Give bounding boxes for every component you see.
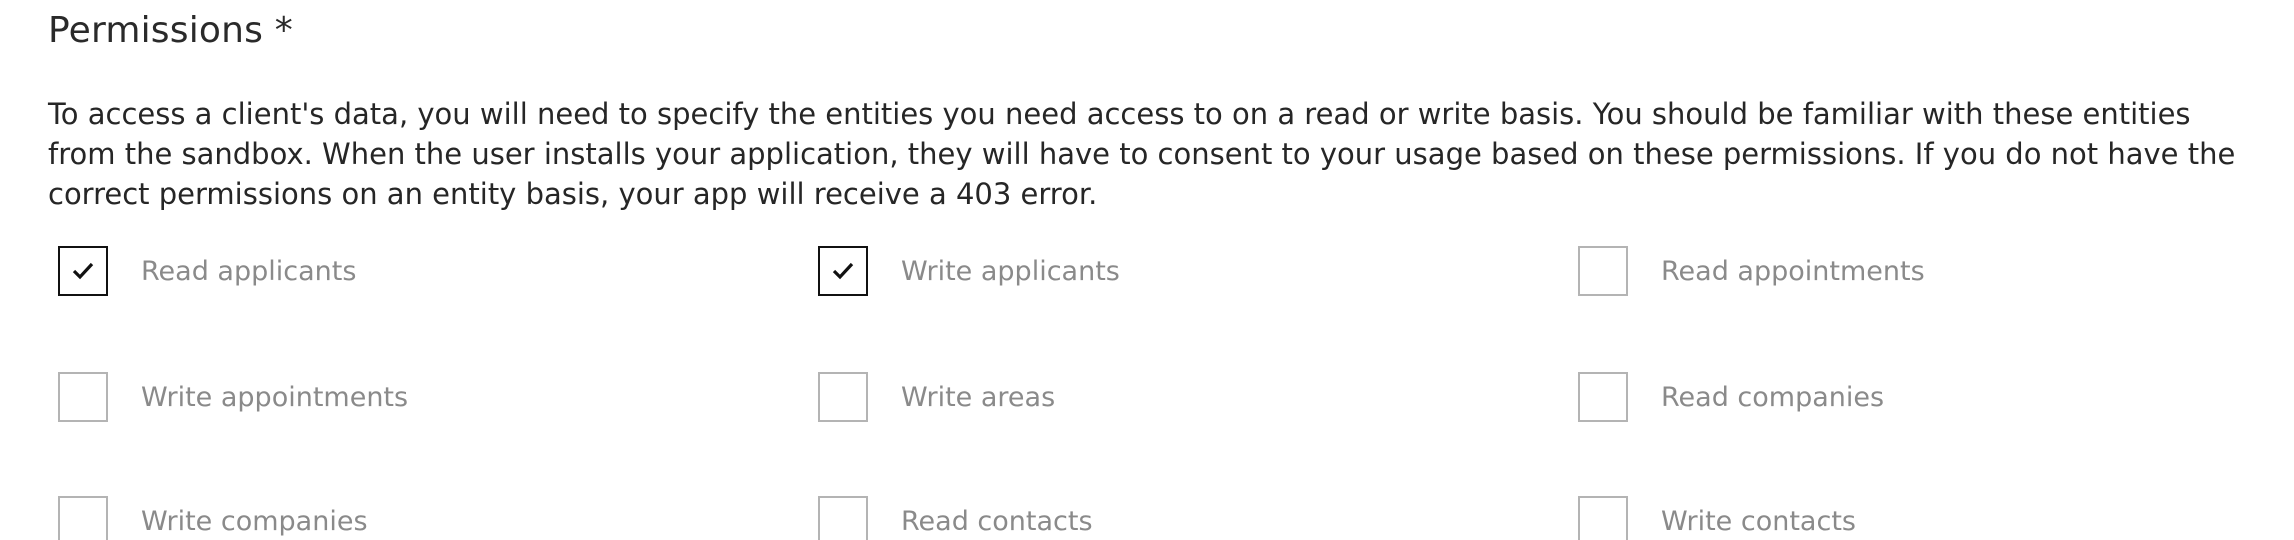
- permission-write-applicants[interactable]: Write applicants: [818, 246, 1120, 296]
- permission-checkbox[interactable]: [58, 372, 108, 422]
- permission-write-companies[interactable]: Write companies: [58, 496, 368, 540]
- permission-checkbox[interactable]: [1578, 372, 1628, 422]
- permission-write-appointments[interactable]: Write appointments: [58, 372, 408, 422]
- permission-label: Write areas: [901, 381, 1056, 413]
- permission-write-contacts[interactable]: Write contacts: [1578, 496, 1856, 540]
- permission-checkbox[interactable]: [58, 246, 108, 296]
- permission-label: Write appointments: [141, 381, 409, 413]
- check-icon: [832, 262, 854, 280]
- permissions-section: Permissions * To access a client's data,…: [0, 0, 2294, 540]
- permission-label: Read companies: [1661, 381, 1885, 413]
- permission-label: Read applicants: [141, 255, 357, 287]
- permission-label: Write companies: [141, 505, 368, 537]
- permission-write-areas[interactable]: Write areas: [818, 372, 1055, 422]
- permission-checkbox[interactable]: [1578, 496, 1628, 540]
- section-description: To access a client's data, you will need…: [48, 97, 2236, 211]
- permission-read-appointments[interactable]: Read appointments: [1578, 246, 1925, 296]
- permission-checkbox[interactable]: [1578, 246, 1628, 296]
- permission-label: Write contacts: [1661, 505, 1856, 537]
- permission-read-contacts[interactable]: Read contacts: [818, 496, 1093, 540]
- permission-checkbox[interactable]: [818, 372, 868, 422]
- permission-label: Write applicants: [901, 255, 1120, 287]
- section-title: Permissions *: [48, 10, 293, 51]
- permission-read-companies[interactable]: Read companies: [1578, 372, 1884, 422]
- permission-checkbox[interactable]: [58, 496, 108, 540]
- check-icon: [72, 262, 94, 280]
- permission-label: Read contacts: [901, 505, 1093, 537]
- permission-label: Read appointments: [1661, 255, 1925, 287]
- permission-checkbox[interactable]: [818, 496, 868, 540]
- permission-read-applicants[interactable]: Read applicants: [58, 246, 356, 296]
- permission-checkbox[interactable]: [818, 246, 868, 296]
